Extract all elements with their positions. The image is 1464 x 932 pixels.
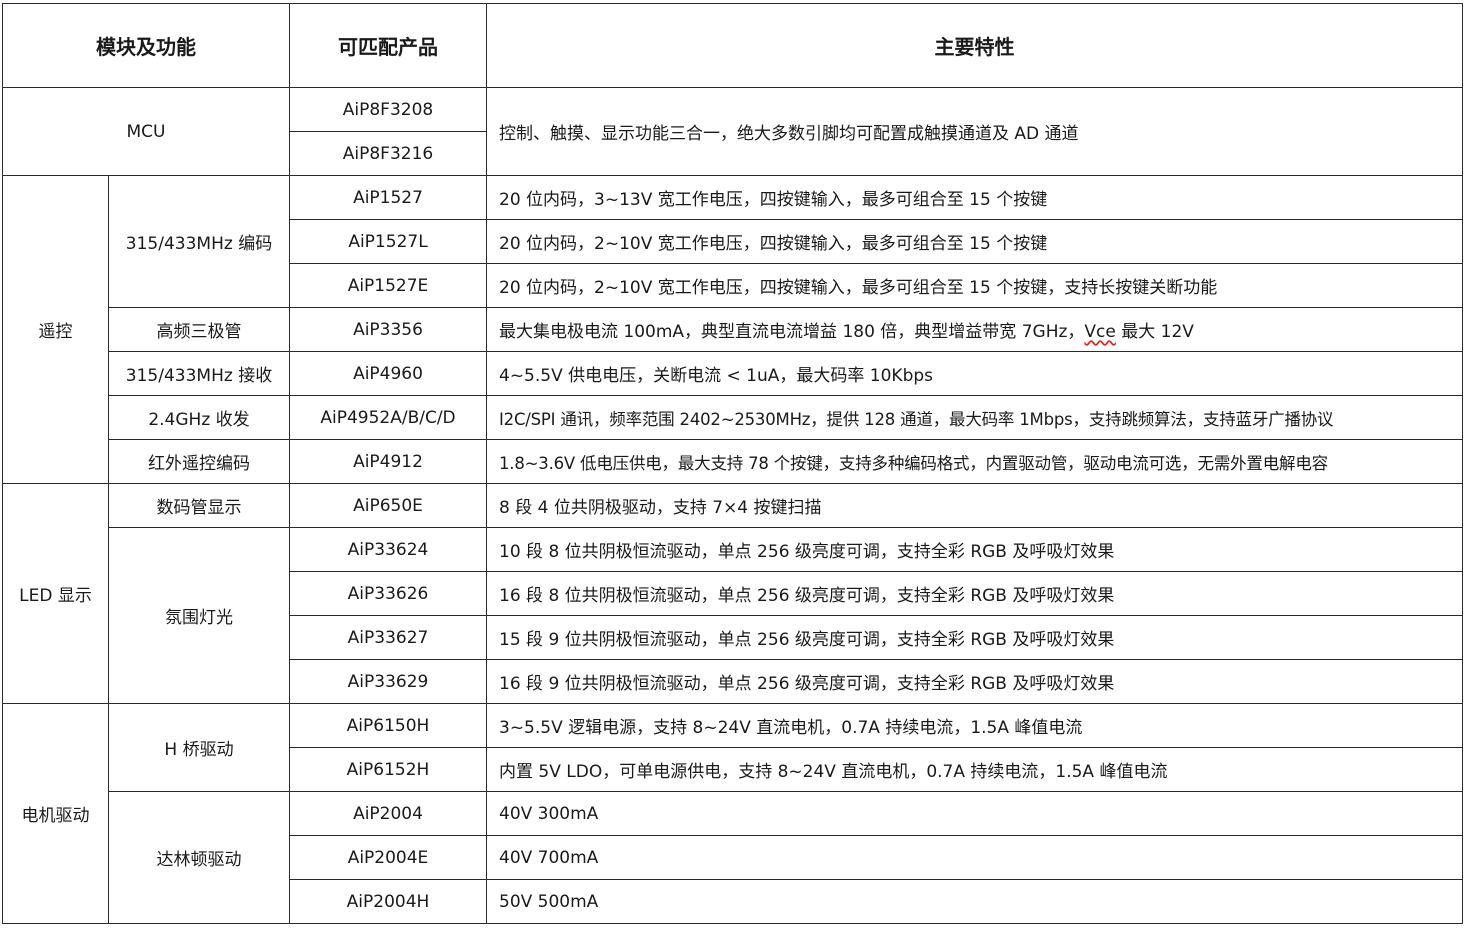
product-cell: AiP3356: [289, 307, 487, 352]
feature-cell: 控制、触摸、显示功能三合一，绝大多数引脚均可配置成触摸通道及 AD 通道: [486, 87, 1463, 176]
table-row: LED 显示 数码管显示 AiP650E 8 段 4 位共阴极驱动，支持 7×4…: [2, 483, 1463, 704]
product-cell: AiP4952A/B/C/D: [289, 395, 487, 440]
subcategory-cell: 2.4GHz 收发: [108, 395, 290, 440]
product-cell: AiP4912: [289, 439, 487, 484]
product-cell: AiP8F3208: [289, 87, 487, 132]
subcategory-cell: 315/433MHz 编码: [108, 175, 290, 308]
feature-cell: 最大集电极电流 100mA，典型直流电流增益 180 倍，典型增益带宽 7GHz…: [486, 307, 1463, 352]
feature-text: 最大集电极电流 100mA，典型直流电流增益 180 倍，典型增益带宽 7GHz…: [499, 322, 1085, 342]
product-cell: AiP8F3216: [289, 131, 487, 176]
table-row: 电机驱动 H 桥驱动 AiP6150H 3~5.5V 逻辑电源，支持 8~24V…: [2, 703, 1463, 924]
feature-cell: 20 位内码，2~10V 宽工作电压，四按键输入，最多可组合至 15 个按键，支…: [486, 263, 1463, 308]
category-mcu: MCU: [2, 87, 290, 176]
product-cell: AiP33627: [289, 615, 487, 660]
feature-cell: I2C/SPI 通讯，频率范围 2402~2530MHz，提供 128 通道，最…: [486, 395, 1463, 440]
feature-cell: 40V 700mA: [486, 835, 1463, 880]
product-cell: AiP4960: [289, 351, 487, 396]
feature-cell: 16 段 8 位共阴极恒流驱动，单点 256 级亮度可调，支持全彩 RGB 及呼…: [486, 571, 1463, 616]
table-row: 氛围灯光 AiP33624 10 段 8 位共阴极恒流驱动，单点 256 级亮度…: [3, 527, 1463, 704]
subcategory-cell: 红外遥控编码: [108, 439, 290, 484]
product-cell: AiP33624: [289, 527, 487, 572]
category-led: LED 显示: [2, 483, 109, 704]
product-cell: AiP6152H: [289, 747, 487, 792]
category-motor: 电机驱动: [2, 703, 109, 924]
product-table: 模块及功能 可匹配产品 主要特性 MCU AiP8F3208 控制、触摸、显示功…: [2, 3, 1463, 924]
subcategory-cell: H 桥驱动: [108, 703, 290, 792]
table-row: 高频三极管 AiP3356 最大集电极电流 100mA，典型直流电流增益 180…: [3, 307, 1463, 352]
table-row: 红外遥控编码 AiP4912 1.8~3.6V 低电压供电，最大支持 78 个按…: [3, 439, 1463, 484]
subcategory-cell: 达林顿驱动: [108, 791, 290, 924]
product-table-wrapper: 模块及功能 可匹配产品 主要特性 MCU AiP8F3208 控制、触摸、显示功…: [2, 3, 1463, 924]
feature-cell: 20 位内码，2~10V 宽工作电压，四按键输入，最多可组合至 15 个按键: [486, 219, 1463, 264]
subcategory-cell: 数码管显示: [108, 483, 290, 528]
subcategory-cell: 氛围灯光: [108, 527, 290, 704]
product-cell: AiP1527E: [289, 263, 487, 308]
product-cell: AiP1527L: [289, 219, 487, 264]
feature-cell: 15 段 9 位共阴极恒流驱动，单点 256 级亮度可调，支持全彩 RGB 及呼…: [486, 615, 1463, 660]
product-cell: AiP6150H: [289, 703, 487, 748]
feature-cell: 4~5.5V 供电电压，关断电流 < 1uA，最大码率 10Kbps: [486, 351, 1463, 396]
product-cell: AiP2004H: [289, 879, 487, 924]
feature-cell: 16 段 9 位共阴极恒流驱动，单点 256 级亮度可调，支持全彩 RGB 及呼…: [486, 659, 1463, 704]
feature-cell: 50V 500mA: [486, 879, 1463, 924]
table-row: MCU AiP8F3208 控制、触摸、显示功能三合一，绝大多数引脚均可配置成触…: [2, 87, 1463, 176]
product-cell: AiP33626: [289, 571, 487, 616]
feature-cell: 40V 300mA: [486, 791, 1463, 836]
feature-cell: 8 段 4 位共阴极驱动，支持 7×4 按键扫描: [486, 483, 1463, 528]
feature-cell: 1.8~3.6V 低电压供电，最大支持 78 个按键，支持多种编码格式，内置驱动…: [486, 439, 1463, 484]
header-feature: 主要特性: [486, 3, 1463, 88]
feature-cell: 20 位内码，3~13V 宽工作电压，四按键输入，最多可组合至 15 个按键: [486, 175, 1463, 220]
table-row: 2.4GHz 收发 AiP4952A/B/C/D I2C/SPI 通讯，频率范围…: [3, 395, 1463, 440]
table-row: 达林顿驱动 AiP2004 40V 300mA: [3, 791, 1463, 924]
vce-spellcheck-text: Vce: [1084, 322, 1116, 342]
table-row: 315/433MHz 接收 AiP4960 4~5.5V 供电电压，关断电流 <…: [3, 351, 1463, 396]
header-product: 可匹配产品: [289, 3, 487, 88]
feature-cell: 3~5.5V 逻辑电源，支持 8~24V 直流电机，0.7A 持续电流，1.5A…: [486, 703, 1463, 748]
feature-text: 最大 12V: [1115, 322, 1194, 342]
table-row: 遥控 315/433MHz 编码 AiP1527 20 位内码，3~13V 宽工…: [2, 175, 1463, 484]
product-cell: AiP33629: [289, 659, 487, 704]
category-remote: 遥控: [2, 175, 109, 484]
feature-cell: 内置 5V LDO，可单电源供电，支持 8~24V 直流电机，0.7A 持续电流…: [486, 747, 1463, 792]
feature-cell: 10 段 8 位共阴极恒流驱动，单点 256 级亮度可调，支持全彩 RGB 及呼…: [486, 527, 1463, 572]
header-row: 模块及功能 可匹配产品 主要特性: [2, 3, 1463, 88]
product-cell: AiP650E: [289, 483, 487, 528]
product-cell: AiP2004: [289, 791, 487, 836]
subcategory-cell: 315/433MHz 接收: [108, 351, 290, 396]
product-cell: AiP1527: [289, 175, 487, 220]
header-module: 模块及功能: [2, 3, 290, 88]
product-cell: AiP2004E: [289, 835, 487, 880]
subcategory-cell: 高频三极管: [108, 307, 290, 352]
